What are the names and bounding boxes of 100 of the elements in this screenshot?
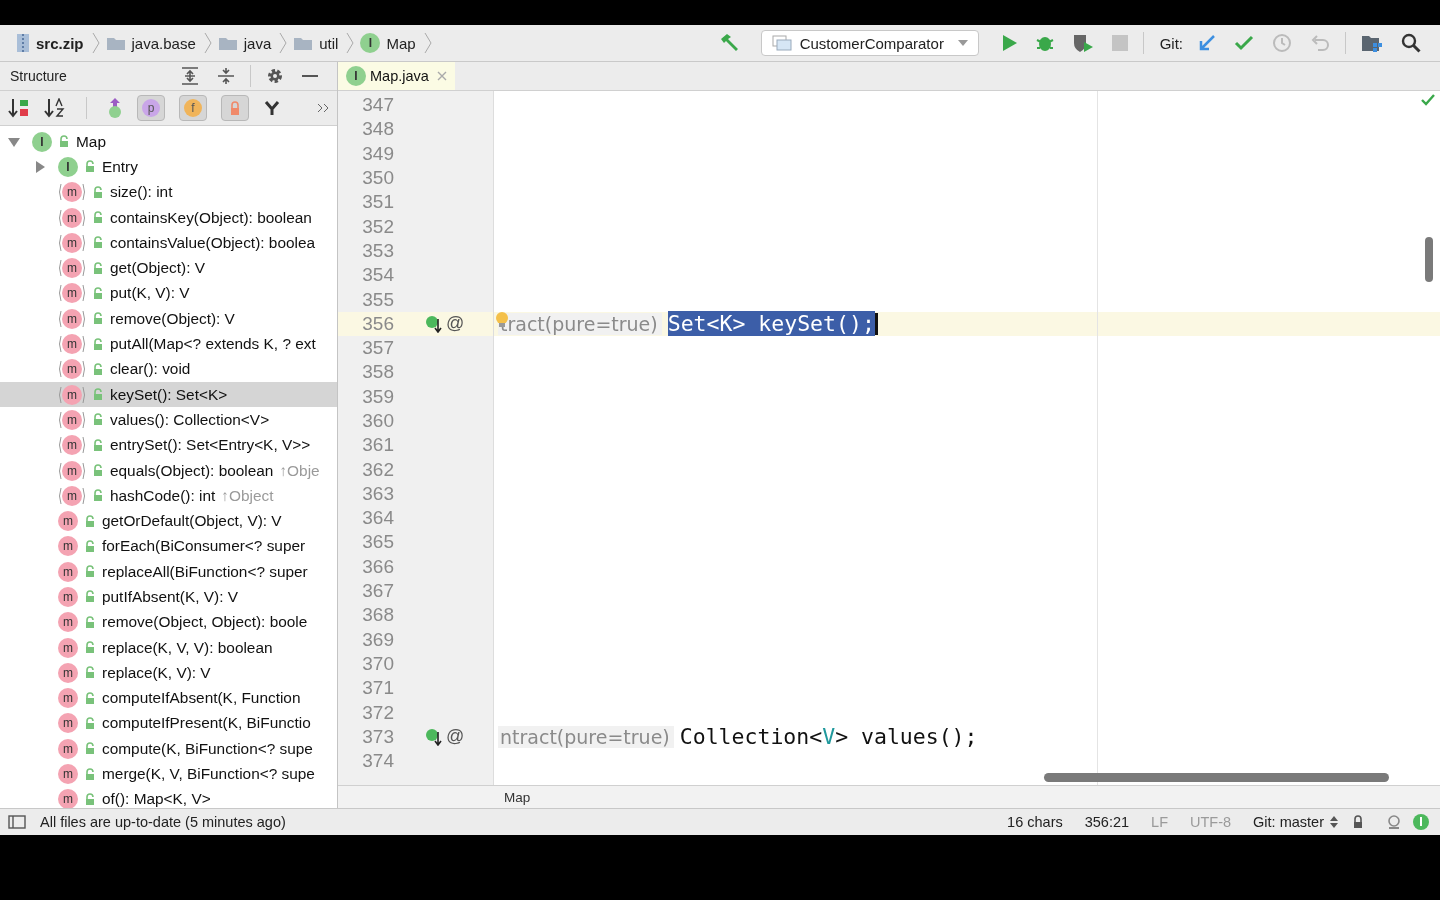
breadcrumb-item[interactable]: java.base	[105, 34, 196, 52]
tree-item[interactable]: m replace(K, V): V	[0, 660, 337, 686]
tree-label: getOrDefault(Object, V): V	[102, 512, 282, 531]
vertical-scrollbar[interactable]	[1425, 237, 1433, 282]
tree-item[interactable]: m size(): int	[0, 179, 337, 205]
inherited-icon[interactable]	[107, 97, 123, 119]
chevron-icon	[423, 32, 432, 54]
public-lock-icon	[84, 160, 96, 174]
update-arrow-icon[interactable]	[1198, 34, 1216, 52]
tree-item[interactable]: m containsKey(Object): boolean	[0, 204, 337, 231]
tree-item[interactable]: m containsValue(Object): boolea	[0, 230, 337, 256]
run-icon[interactable]	[1001, 34, 1018, 52]
line-number: 363	[361, 482, 394, 505]
expand-all-icon[interactable]	[181, 67, 199, 85]
tree-label: remove(Object): V	[110, 309, 235, 328]
member-filter-button[interactable]: p	[137, 95, 165, 121]
horizontal-scrollbar[interactable]	[1044, 773, 1389, 782]
sort-visibility-icon[interactable]	[8, 98, 30, 118]
public-lock-icon	[84, 666, 96, 680]
public-lock-icon	[92, 388, 104, 402]
tree-item[interactable]: m values(): Collection<V>	[0, 407, 337, 433]
public-lock-icon	[84, 691, 96, 705]
member-filter-button[interactable]: f	[179, 95, 207, 121]
line-number: 355	[361, 288, 394, 311]
panel-toggle-icon[interactable]	[8, 815, 26, 829]
tree-item[interactable]: m equals(Object): boolean ↑Obje	[0, 457, 337, 484]
line-number: 357	[361, 337, 394, 360]
editor-tab[interactable]: I Map.java	[338, 62, 455, 90]
implemented-method-icon[interactable]	[426, 314, 442, 333]
public-lock-icon	[84, 565, 96, 579]
tree-item[interactable]: I Map	[0, 129, 337, 155]
caret-position[interactable]: 356:21	[1084, 814, 1130, 830]
tree-label: replace(K, V): V	[102, 663, 211, 682]
close-icon[interactable]	[436, 71, 447, 81]
annotation-marker[interactable]: @	[446, 726, 465, 748]
tree-item[interactable]: m getOrDefault(Object, V): V	[0, 508, 337, 534]
inspector-icon[interactable]	[1386, 814, 1402, 830]
window-icon	[771, 35, 792, 51]
tree-item[interactable]: m keySet(): Set<K>	[0, 381, 337, 408]
collapse-all-icon[interactable]	[217, 67, 235, 85]
tree-item[interactable]: m putIfAbsent(K, V): V	[0, 584, 337, 610]
tree-item[interactable]: m computeIfAbsent(K, Function	[0, 685, 337, 711]
tree-item[interactable]: m computeIfPresent(K, BiFunctio	[0, 710, 337, 737]
tree-label: entrySet(): Set<Entry<K, V>>	[110, 436, 311, 455]
panel-title: Structure	[10, 68, 68, 84]
tree-item[interactable]: m compute(K, BiFunction<? supe	[0, 736, 337, 762]
archive-icon	[16, 33, 30, 53]
settings-icon[interactable]	[266, 67, 284, 85]
hierarchy-icon[interactable]	[263, 100, 281, 116]
search-icon[interactable]	[1401, 33, 1421, 53]
tree-label: put(K, V): V	[110, 284, 190, 303]
tree-item[interactable]: m get(Object): V	[0, 255, 337, 281]
method-icon: m	[62, 384, 82, 405]
lock-icon[interactable]	[1352, 815, 1364, 829]
tree-label: putIfAbsent(K, V): V	[102, 588, 238, 606]
tree-item[interactable]: m remove(Object, Object): boole	[0, 609, 337, 635]
shield-run-icon[interactable]	[1071, 33, 1094, 53]
public-lock-icon	[92, 337, 104, 351]
implemented-method-icon[interactable]	[426, 727, 442, 746]
abstract-bracket-icon	[58, 183, 62, 202]
bug-icon[interactable]	[1035, 34, 1054, 52]
method-icon: m	[58, 713, 78, 734]
minimize-icon[interactable]	[302, 74, 318, 78]
breadcrumb-item[interactable]: util	[293, 34, 339, 52]
annotation-marker[interactable]: @	[446, 313, 465, 335]
tree-item[interactable]: m clear(): void	[0, 356, 337, 382]
tree-item[interactable]: m putAll(Map<? extends K, ? ext	[0, 331, 337, 357]
method-icon: m	[58, 587, 78, 607]
line-number: 364	[361, 507, 394, 530]
more-chevrons-icon[interactable]	[317, 103, 329, 113]
tree-item[interactable]: m remove(Object): V	[0, 306, 337, 332]
checkmark-icon[interactable]	[1234, 35, 1254, 51]
tree-item[interactable]: I Entry	[0, 154, 337, 180]
tree-item[interactable]: m forEach(BiConsumer<? super	[0, 533, 337, 560]
line-number: 349	[361, 142, 394, 165]
tree-item[interactable]: m hashCode(): int ↑Object	[0, 483, 337, 509]
tree-label: compute(K, BiFunction<? supe	[102, 739, 313, 758]
tree-item[interactable]: m put(K, V): V	[0, 280, 337, 307]
abstract-bracket-icon	[82, 486, 86, 505]
code-token: Collection<	[679, 724, 823, 750]
folder-icon	[105, 35, 126, 51]
tree-item[interactable]: m replaceAll(BiFunction<? super	[0, 559, 337, 585]
abstract-bracket-icon	[58, 461, 62, 480]
public-lock-icon	[84, 767, 96, 781]
git-branch[interactable]: Git: master	[1253, 814, 1324, 830]
line-number: 368	[361, 604, 394, 627]
tree-item[interactable]: m entrySet(): Set<Entry<K, V>>	[0, 432, 337, 458]
tree-label: merge(K, V, BiFunction<? supe	[102, 765, 315, 784]
sort-alphabetically-icon[interactable]	[44, 98, 66, 118]
tree-item[interactable]: m replace(K, V, V): boolean	[0, 634, 337, 661]
breadcrumb-item[interactable]: java	[217, 34, 272, 52]
breadcrumb-item[interactable]: src.zip	[16, 33, 84, 53]
project-structure-icon[interactable]	[1361, 34, 1383, 52]
tree-item[interactable]: m merge(K, V, BiFunction<? supe	[0, 761, 337, 787]
run-configuration-dropdown[interactable]: CustomerComparator	[760, 30, 979, 56]
event-log-icon[interactable]	[1412, 813, 1430, 831]
breadcrumb-item[interactable]: I Map	[360, 33, 416, 53]
editor-breadcrumb[interactable]: Map	[504, 789, 531, 805]
public-lock-icon	[92, 413, 104, 427]
public-lock-icon	[84, 742, 96, 756]
